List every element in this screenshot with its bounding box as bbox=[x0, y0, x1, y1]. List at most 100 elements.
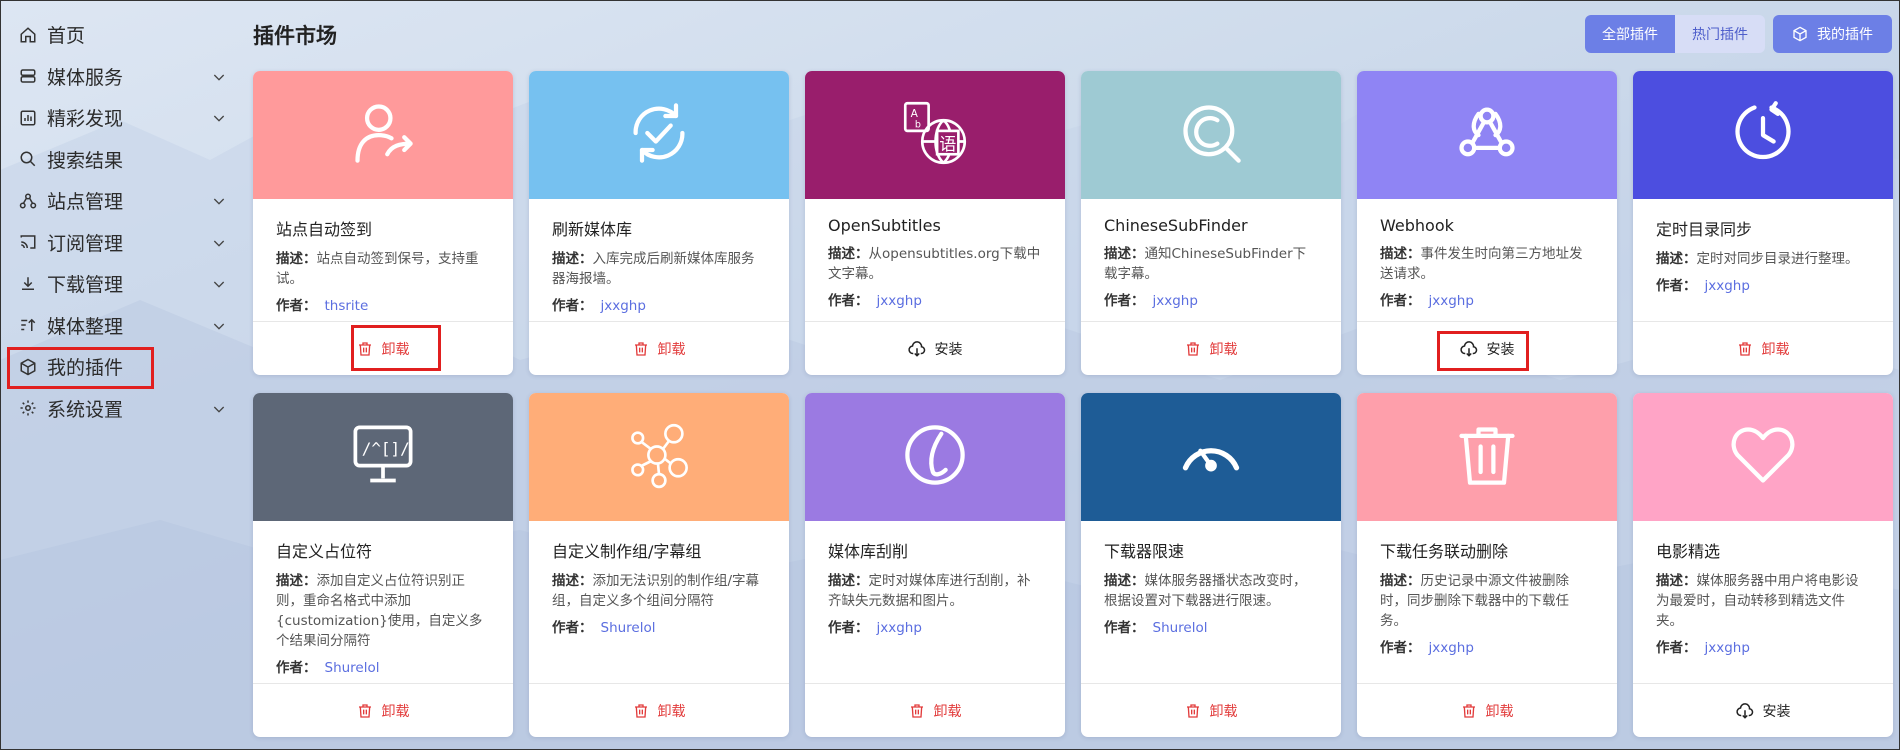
plugin-card[interactable]: 自定义制作组/字幕组 描述：添加无法识别的制作组/字幕组，自定义多个组间分隔符 … bbox=[529, 393, 789, 737]
uninstall-button[interactable]: 卸载 bbox=[1737, 339, 1790, 359]
author-link[interactable]: jxxghp bbox=[877, 620, 922, 636]
uninstall-button[interactable]: 卸载 bbox=[633, 701, 686, 721]
author-link[interactable]: Shurelol bbox=[601, 620, 656, 636]
plugin-card[interactable]: 站点自动签到 描述：站点自动签到保号，支持重试。 作者： thsrite 卸载 bbox=[253, 71, 513, 375]
sidebar-item-media-organize[interactable]: 媒体整理 bbox=[0, 305, 241, 347]
plugin-author: 作者： jxxghp bbox=[1656, 636, 1871, 656]
install-button[interactable]: 安装 bbox=[1735, 701, 1791, 721]
download-icon bbox=[18, 274, 38, 294]
svg-text:b: b bbox=[915, 120, 921, 131]
plugin-card[interactable]: 下载任务联动删除 描述：历史记录中源文件被删除时，同步删除下载器中的下载任务。 … bbox=[1357, 393, 1617, 737]
install-button[interactable]: 安装 bbox=[1459, 339, 1515, 359]
chart-icon bbox=[18, 108, 38, 128]
sidebar-item-label: 媒体服务 bbox=[47, 66, 124, 89]
sidebar-item-search-results[interactable]: 搜索结果 bbox=[0, 139, 241, 181]
author-link[interactable]: thsrite bbox=[325, 298, 369, 314]
uninstall-button[interactable]: 卸载 bbox=[909, 701, 962, 721]
author-label: 作者： bbox=[552, 620, 593, 636]
author-link[interactable]: jxxghp bbox=[1429, 640, 1474, 656]
trash-icon bbox=[358, 703, 371, 718]
plugin-banner bbox=[253, 71, 513, 199]
author-label: 作者： bbox=[828, 293, 869, 309]
plugin-description: 描述：媒体服务器中用户将电影设为最爱时，自动转移到精选文件夹。 bbox=[1656, 571, 1871, 631]
action-label: 卸载 bbox=[381, 341, 410, 358]
my-plugins-button[interactable]: 我的插件 bbox=[1773, 15, 1892, 53]
plugin-card-footer: 卸载 bbox=[529, 683, 789, 737]
plugin-banner bbox=[1081, 71, 1341, 199]
plugin-card-footer: 卸载 bbox=[529, 321, 789, 375]
action-label: 卸载 bbox=[1485, 703, 1514, 720]
desc-label: 描述： bbox=[1380, 246, 1421, 262]
uninstall-button[interactable]: 卸载 bbox=[1185, 339, 1238, 359]
gear-icon bbox=[18, 398, 38, 418]
sidebar-item-site-management[interactable]: 站点管理 bbox=[0, 180, 241, 222]
plugin-author: 作者： jxxghp bbox=[828, 616, 1043, 636]
desc-label: 描述： bbox=[552, 573, 593, 589]
sidebar-item-label: 下载管理 bbox=[47, 274, 124, 297]
sidebar-item-label: 搜索结果 bbox=[47, 149, 124, 172]
filter-all-plugins-button[interactable]: 全部插件 bbox=[1585, 15, 1675, 53]
author-link[interactable]: jxxghp bbox=[877, 293, 922, 309]
filter-popular-plugins-button[interactable]: 热门插件 bbox=[1675, 15, 1765, 53]
sidebar-item-label: 我的插件 bbox=[47, 357, 124, 380]
desc-label: 描述： bbox=[276, 573, 317, 589]
uninstall-button[interactable]: 卸载 bbox=[357, 339, 410, 359]
sidebar-item-downloads[interactable]: 下载管理 bbox=[0, 263, 241, 305]
author-link[interactable]: jxxghp bbox=[1153, 293, 1198, 309]
plugin-card[interactable]: /^[]/ 自定义占位符 描述：添加自定义占位符识别正则，重命名格式中添加{cu… bbox=[253, 393, 513, 737]
author-label: 作者： bbox=[1380, 640, 1421, 656]
desc-label: 描述： bbox=[1656, 251, 1697, 267]
sidebar-item-media-service[interactable]: 媒体服务 bbox=[0, 56, 241, 98]
plugin-card[interactable]: 定时目录同步 描述：定时对同步目录进行整理。 作者： jxxghp 卸载 bbox=[1633, 71, 1893, 375]
desc-text: 定时对同步目录进行整理。 bbox=[1696, 251, 1859, 267]
plugin-card[interactable]: 下载器限速 描述：媒体服务器播状态改变时，根据设置对下载器进行限速。 作者： Sh… bbox=[1081, 393, 1341, 737]
plugin-card[interactable]: 媒体库刮削 描述：定时对媒体库进行刮削，补齐缺失元数据和图片。 作者： jxxgh… bbox=[805, 393, 1065, 737]
author-link[interactable]: jxxghp bbox=[601, 298, 646, 314]
author-link[interactable]: jxxghp bbox=[1705, 640, 1750, 656]
sidebar-item-home[interactable]: 首页 bbox=[0, 14, 241, 56]
sidebar-item-my-plugins[interactable]: 我的插件 bbox=[0, 346, 241, 389]
svg-text:A: A bbox=[911, 107, 919, 120]
language-icon: Ab 语 bbox=[901, 99, 969, 171]
plugin-card-footer: 安装 bbox=[805, 321, 1065, 375]
trash-icon bbox=[910, 703, 923, 718]
cloud-download-icon bbox=[1735, 702, 1753, 719]
plugin-name: 自定义制作组/字幕组 bbox=[552, 542, 702, 561]
plugin-card[interactable]: Ab 语 OpenSubtitles 描述：从opensubtitles.org下… bbox=[805, 71, 1065, 375]
server-icon bbox=[18, 66, 38, 86]
install-button[interactable]: 安装 bbox=[907, 339, 963, 359]
cast-icon bbox=[18, 232, 38, 252]
plugin-card[interactable]: 电影精选 描述：媒体服务器中用户将电影设为最爱时，自动转移到精选文件夹。 作者：… bbox=[1633, 393, 1893, 737]
author-link[interactable]: jxxghp bbox=[1705, 278, 1750, 294]
uninstall-button[interactable]: 卸载 bbox=[357, 701, 410, 721]
author-link[interactable]: jxxghp bbox=[1429, 293, 1474, 309]
plugin-author: 作者： thsrite bbox=[276, 294, 491, 314]
uninstall-button[interactable]: 卸载 bbox=[1461, 701, 1514, 721]
plugin-description: 描述：定时对同步目录进行整理。 bbox=[1656, 249, 1871, 269]
author-label: 作者： bbox=[1380, 293, 1421, 309]
sidebar-item-discover[interactable]: 精彩发现 bbox=[0, 97, 241, 139]
desc-label: 描述： bbox=[1380, 573, 1421, 589]
uninstall-button[interactable]: 卸载 bbox=[633, 339, 686, 359]
plugin-name: 下载任务联动删除 bbox=[1380, 542, 1509, 561]
author-link[interactable]: Shurelol bbox=[1153, 620, 1208, 636]
action-label: 安装 bbox=[934, 341, 963, 358]
plugin-card-footer: 卸载 bbox=[1081, 683, 1341, 737]
sidebar-item-subscriptions[interactable]: 订阅管理 bbox=[0, 222, 241, 264]
svg-text:语: 语 bbox=[939, 135, 956, 155]
action-label: 卸载 bbox=[657, 341, 686, 358]
plugin-name: 定时目录同步 bbox=[1656, 220, 1753, 239]
plugin-card[interactable]: 刷新媒体库 描述：入库完成后刷新媒体库服务器海报墙。 作者： jxxghp 卸载 bbox=[529, 71, 789, 375]
author-link[interactable]: Shurelol bbox=[325, 660, 380, 676]
action-label: 卸载 bbox=[657, 703, 686, 720]
plugin-card[interactable]: ChineseSubFinder 描述：通知ChineseSubFinder下载… bbox=[1081, 71, 1341, 375]
uninstall-button[interactable]: 卸载 bbox=[1185, 701, 1238, 721]
plugin-name: 下载器限速 bbox=[1104, 542, 1185, 561]
plugin-card[interactable]: Webhook 描述：事件发生时向第三方地址发送请求。 作者： jxxghp 安装 bbox=[1357, 71, 1617, 375]
sitemap-icon bbox=[18, 191, 38, 211]
sidebar-item-settings[interactable]: 系统设置 bbox=[0, 388, 241, 430]
search-icon bbox=[18, 149, 38, 169]
cube-icon bbox=[1793, 26, 1807, 42]
action-label: 安装 bbox=[1486, 341, 1515, 358]
plugin-card-footer: 卸载 bbox=[253, 321, 513, 375]
